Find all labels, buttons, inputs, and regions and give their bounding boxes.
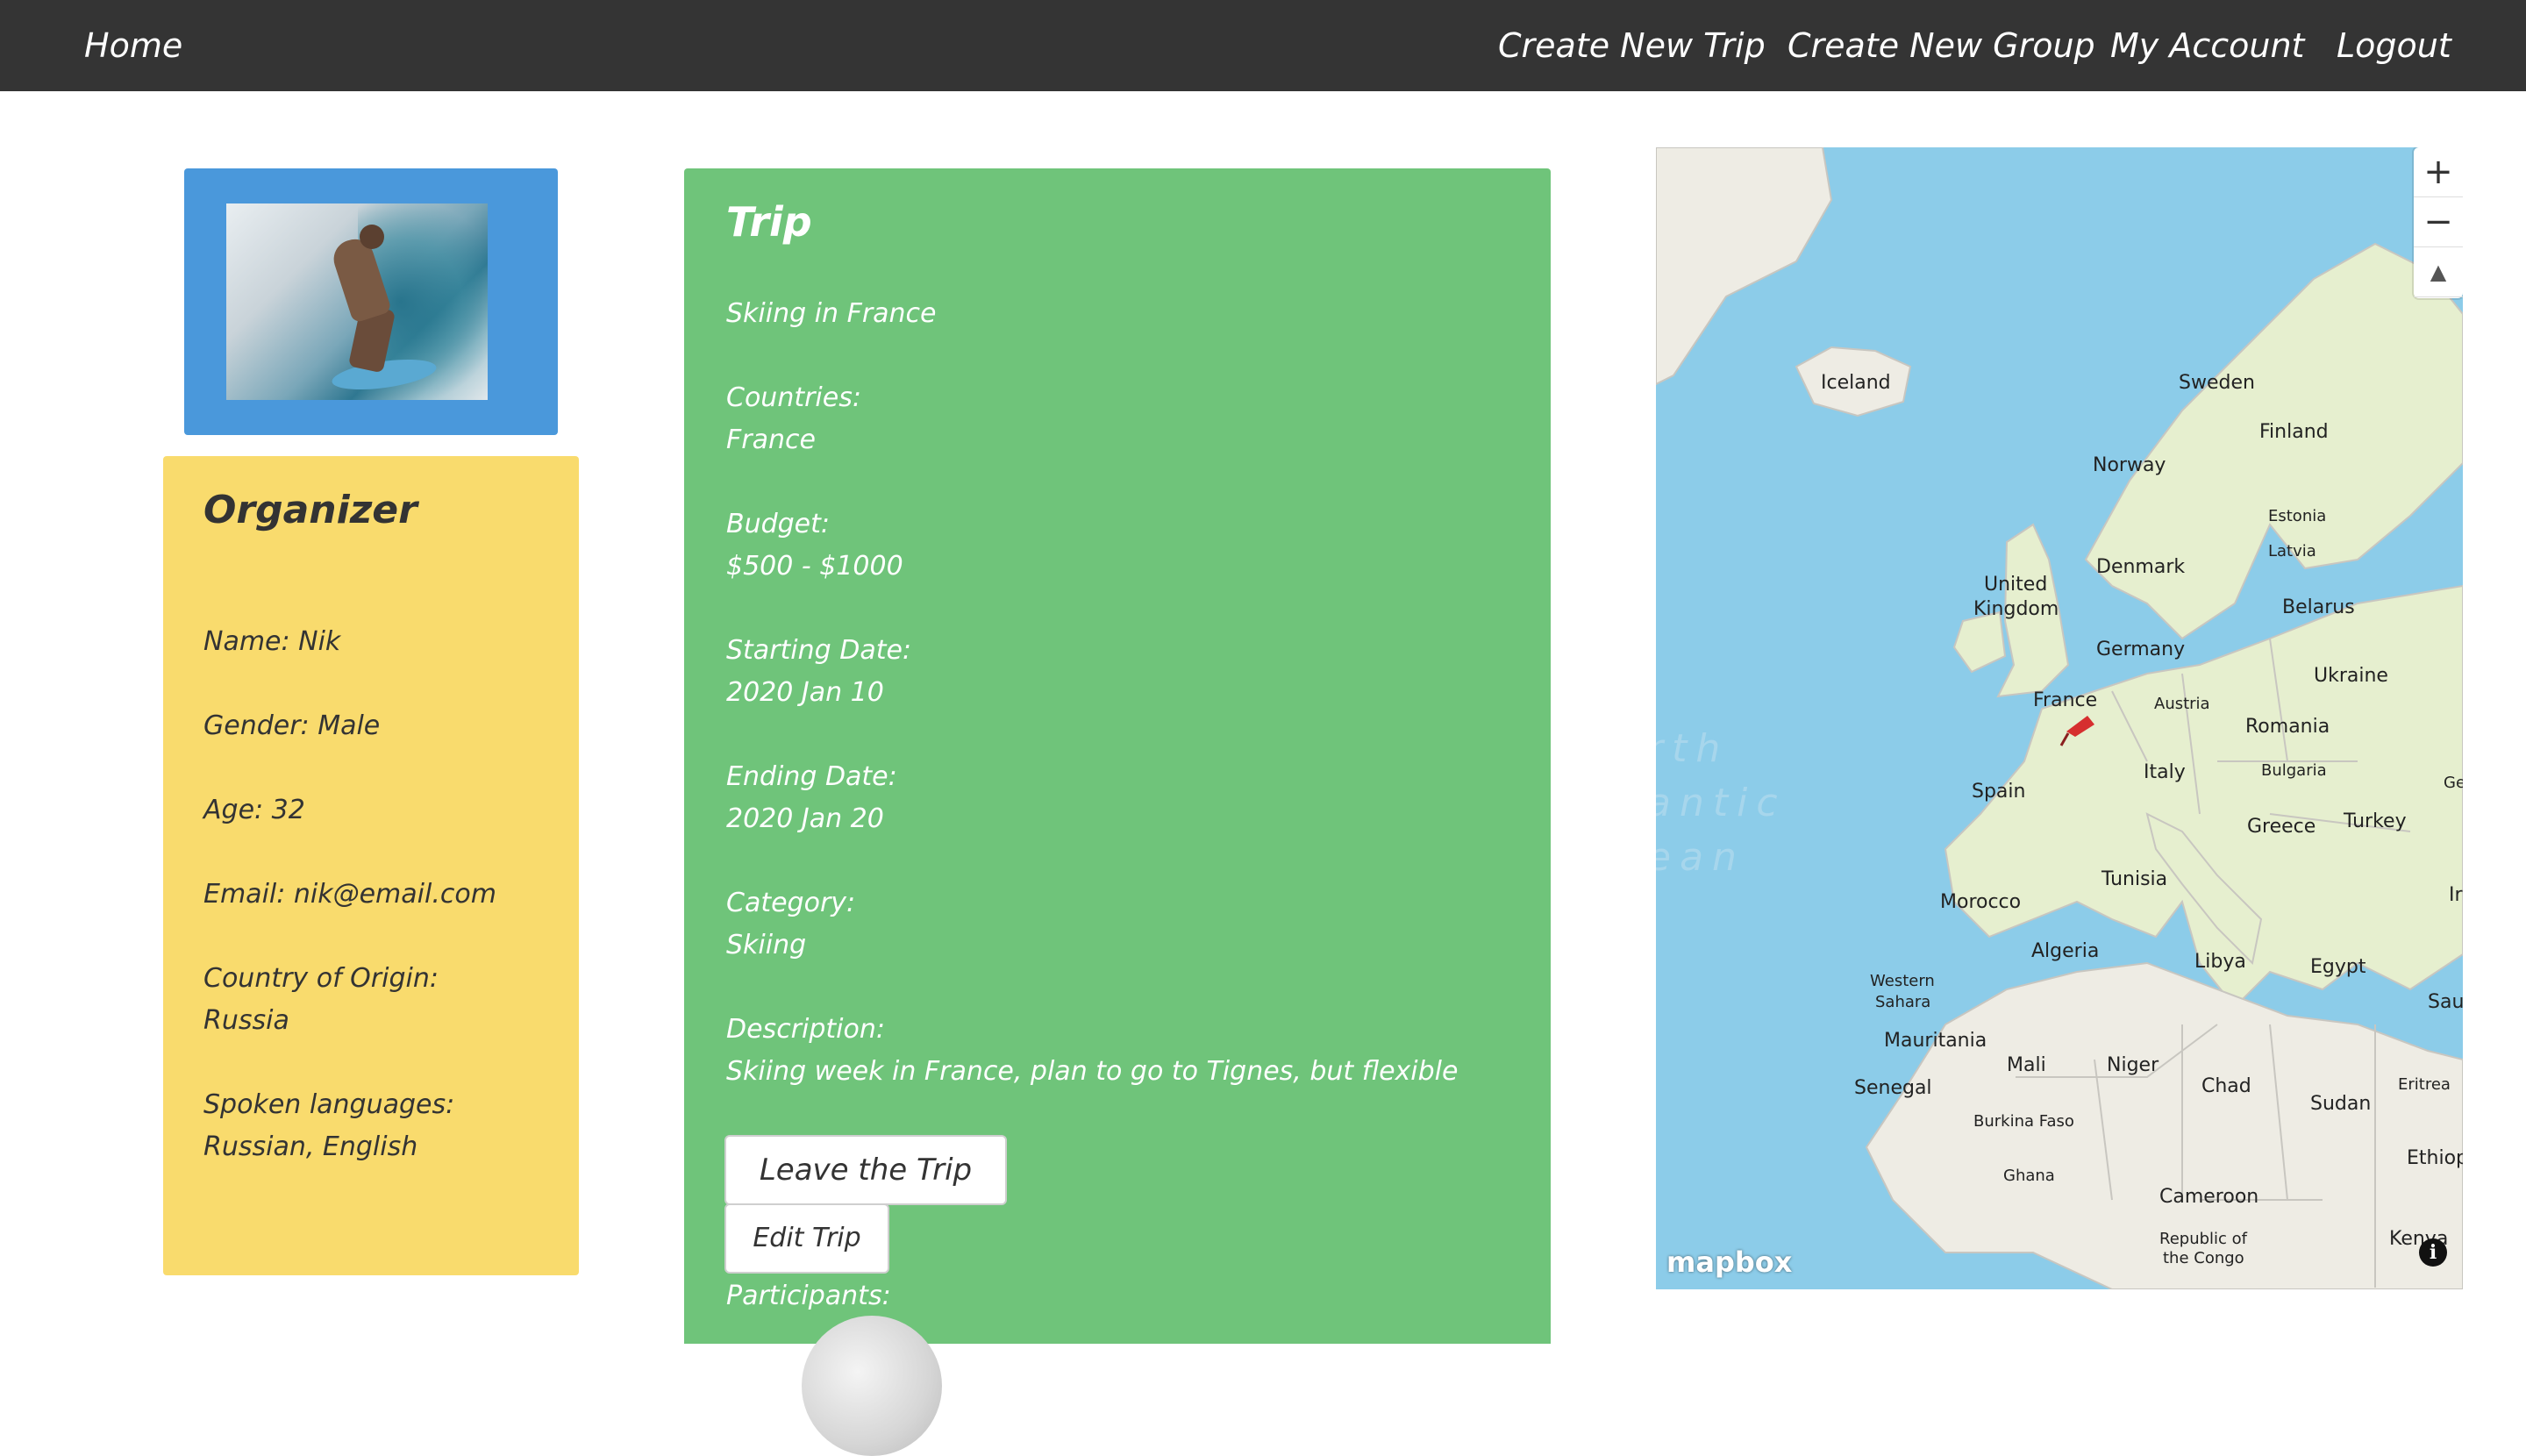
nav-logout-link[interactable]: Logout xyxy=(2337,21,2451,70)
trip-countries-label: Countries: xyxy=(726,382,861,413)
trip-start-label: Starting Date: xyxy=(726,635,912,666)
trip-description: Skiing week in France, plan to go to Tig… xyxy=(726,1056,1459,1087)
map-label-algeria: Algeria xyxy=(2031,940,2100,962)
trip-countries: France xyxy=(726,425,816,455)
zoom-out-button[interactable]: − xyxy=(2414,197,2463,247)
participant-avatar[interactable] xyxy=(802,1316,942,1456)
organizer-photo-card xyxy=(184,168,558,435)
organizer-photo xyxy=(226,203,488,400)
organizer-card: Organizer Name: Nik Gender: Male Age: 32… xyxy=(163,456,579,1275)
ocean-label-1: rth xyxy=(1656,726,1730,771)
map-label-morocco: Morocco xyxy=(1940,891,2022,913)
map-label-latvia: Latvia xyxy=(2268,542,2316,560)
map-label-finland: Finland xyxy=(2259,421,2329,443)
map-label-ukraine: Ukraine xyxy=(2314,665,2388,687)
map-label-denmark: Denmark xyxy=(2096,556,2186,578)
map-label-uk-2: Kingdom xyxy=(1973,598,2059,620)
photo-surfer-head xyxy=(360,225,384,249)
map-label-italy: Italy xyxy=(2144,761,2186,783)
organizer-email: Email: nik@email.com xyxy=(203,879,496,910)
map-label-turkey: Turkey xyxy=(2344,810,2407,832)
map-label-sudan: Sudan xyxy=(2310,1093,2372,1115)
organizer-country: Russia xyxy=(203,1005,289,1036)
leave-trip-button[interactable]: Leave the Trip xyxy=(724,1135,1007,1205)
map-label-western-sahara-2: Sahara xyxy=(1875,993,1931,1011)
organizer-name: Name: Nik xyxy=(203,626,341,657)
map-label-estonia: Estonia xyxy=(2268,507,2327,525)
map-label-tunisia: Tunisia xyxy=(2101,868,2168,890)
attribution-info-icon[interactable]: i xyxy=(2419,1238,2447,1267)
map-label-cameroon: Cameroon xyxy=(2159,1186,2259,1208)
map-label-burkina-faso: Burkina Faso xyxy=(1973,1112,2074,1131)
trip-budget: $500 - $1000 xyxy=(726,551,903,582)
map-label-ghana: Ghana xyxy=(2003,1167,2055,1185)
organizer-title: Organizer xyxy=(203,488,417,532)
trip-category-label: Category: xyxy=(726,888,856,918)
map-label-sau: Sau xyxy=(2428,991,2463,1013)
trip-end-date: 2020 Jan 20 xyxy=(726,803,884,834)
organizer-languages: Russian, English xyxy=(203,1131,418,1162)
trip-map[interactable]: rth antic ean Iceland Sweden Finland Nor… xyxy=(1656,147,2463,1289)
map-label-uk-1: United xyxy=(1984,574,2048,596)
trip-participants-label: Participants: xyxy=(726,1281,891,1311)
zoom-in-button[interactable]: + xyxy=(2414,147,2463,197)
map-label-greece: Greece xyxy=(2247,816,2316,838)
top-navbar: Home Create New Trip Create New Group My… xyxy=(0,0,2526,91)
trip-description-label: Description: xyxy=(726,1014,885,1045)
map-label-senegal: Senegal xyxy=(1854,1077,1932,1099)
trip-name: Skiing in France xyxy=(726,298,937,329)
map-label-austria: Austria xyxy=(2154,695,2210,713)
map-label-libya: Libya xyxy=(2194,951,2246,973)
map-label-mali: Mali xyxy=(2007,1054,2046,1076)
trip-category: Skiing xyxy=(726,930,807,960)
map-label-congo-1: Republic of xyxy=(2159,1230,2248,1248)
map-label-france: France xyxy=(2033,689,2098,711)
trip-end-label: Ending Date: xyxy=(726,761,897,792)
nav-home-link[interactable]: Home xyxy=(84,21,182,70)
trip-budget-label: Budget: xyxy=(726,509,831,539)
map-label-ethiopia: Ethiopi xyxy=(2407,1147,2463,1169)
organizer-languages-label: Spoken languages: xyxy=(203,1089,455,1120)
map-label-congo-2: the Congo xyxy=(2163,1249,2244,1267)
map-label-ge: Ge xyxy=(2444,774,2463,792)
compass-reset-button[interactable]: ▲ xyxy=(2414,247,2463,297)
nav-my-account-link[interactable]: My Account xyxy=(2110,21,2304,70)
ocean-label-3: ean xyxy=(1656,835,1745,880)
organizer-age: Age: 32 xyxy=(203,795,305,825)
map-zoom-controls: + − ▲ xyxy=(2414,147,2463,298)
nav-create-group-link[interactable]: Create New Group xyxy=(1787,21,2095,70)
ocean-label-2: antic xyxy=(1656,781,1787,825)
trip-title: Trip xyxy=(726,198,812,246)
map-label-belarus: Belarus xyxy=(2282,596,2355,618)
map-label-germany: Germany xyxy=(2096,639,2186,660)
map-label-egypt: Egypt xyxy=(2310,956,2366,978)
map-label-mauritania: Mauritania xyxy=(1884,1030,1987,1052)
edit-trip-button[interactable]: Edit Trip xyxy=(724,1203,889,1274)
map-label-western-sahara-1: Western xyxy=(1870,972,1935,990)
trip-card: Trip Skiing in France Countries: France … xyxy=(684,168,1551,1456)
map-label-chad: Chad xyxy=(2201,1075,2251,1097)
map-label-iceland: Iceland xyxy=(1821,372,1891,394)
organizer-country-label: Country of Origin: xyxy=(203,963,439,994)
organizer-gender: Gender: Male xyxy=(203,710,381,741)
trip-start-date: 2020 Jan 10 xyxy=(726,677,884,708)
map-label-bulgaria: Bulgaria xyxy=(2261,761,2327,780)
map-label-norway: Norway xyxy=(2093,454,2166,476)
map-label-spain: Spain xyxy=(1972,781,2026,803)
map-label-niger: Niger xyxy=(2107,1054,2159,1076)
mapbox-logo[interactable]: mapbox xyxy=(1666,1245,1792,1279)
map-label-romania: Romania xyxy=(2245,716,2330,738)
nav-create-trip-link[interactable]: Create New Trip xyxy=(1498,21,1766,70)
map-label-ir: Ir xyxy=(2449,884,2463,906)
map-label-sweden: Sweden xyxy=(2179,372,2255,394)
map-label-eritrea: Eritrea xyxy=(2398,1075,2451,1094)
